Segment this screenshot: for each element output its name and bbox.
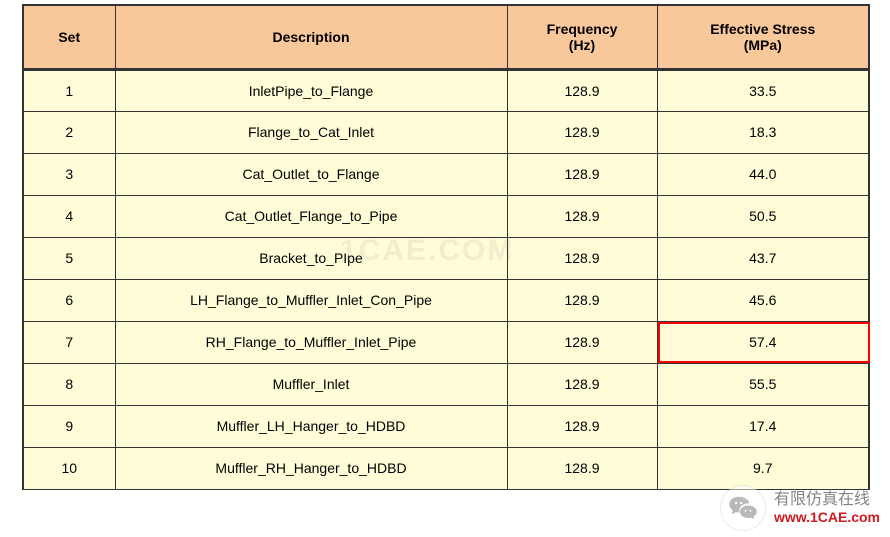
header-freq-label: Frequency — [547, 21, 618, 37]
cell-set: 7 — [23, 321, 115, 363]
table-header-row: Set Description Frequency (Hz) Effective… — [23, 5, 869, 69]
cell-set: 8 — [23, 363, 115, 405]
cell-stress: 17.4 — [657, 405, 869, 447]
cell-description: Cat_Outlet_Flange_to_Pipe — [115, 195, 507, 237]
cell-set: 1 — [23, 69, 115, 111]
table-row: 4Cat_Outlet_Flange_to_Pipe128.950.5 — [23, 195, 869, 237]
header-stress: Effective Stress (MPa) — [657, 5, 869, 69]
cell-set: 2 — [23, 111, 115, 153]
header-set: Set — [23, 5, 115, 69]
highlight-box — [658, 322, 871, 363]
cell-stress: 33.5 — [657, 69, 869, 111]
cell-description: Muffler_LH_Hanger_to_HDBD — [115, 405, 507, 447]
cell-stress: 55.5 — [657, 363, 869, 405]
header-frequency: Frequency (Hz) — [507, 5, 657, 69]
footer-text: 有限仿真在线 www.1CAE.com — [774, 490, 880, 526]
header-stress-unit: (MPa) — [744, 37, 782, 53]
data-table-container: Set Description Frequency (Hz) Effective… — [0, 0, 890, 494]
cell-frequency: 128.9 — [507, 321, 657, 363]
header-stress-label: Effective Stress — [710, 21, 815, 37]
cell-frequency: 128.9 — [507, 237, 657, 279]
cell-frequency: 128.9 — [507, 111, 657, 153]
cell-description: Cat_Outlet_to_Flange — [115, 153, 507, 195]
table-row: 3Cat_Outlet_to_Flange128.944.0 — [23, 153, 869, 195]
cell-frequency: 128.9 — [507, 69, 657, 111]
table-row: 1InletPipe_to_Flange128.933.5 — [23, 69, 869, 111]
table-body: 1InletPipe_to_Flange128.933.52Flange_to_… — [23, 69, 869, 489]
header-freq-unit: (Hz) — [569, 37, 595, 53]
cell-frequency: 128.9 — [507, 405, 657, 447]
table-row: 5Bracket_to_PIpe128.943.7 — [23, 237, 869, 279]
cell-description: Muffler_RH_Hanger_to_HDBD — [115, 447, 507, 489]
cell-frequency: 128.9 — [507, 195, 657, 237]
cell-frequency: 128.9 — [507, 363, 657, 405]
cell-description: LH_Flange_to_Muffler_Inlet_Con_Pipe — [115, 279, 507, 321]
table-row: 8Muffler_Inlet128.955.5 — [23, 363, 869, 405]
table-row: 7RH_Flange_to_Muffler_Inlet_Pipe128.957.… — [23, 321, 869, 363]
cell-description: Bracket_to_PIpe — [115, 237, 507, 279]
cell-set: 9 — [23, 405, 115, 447]
cell-description: InletPipe_to_Flange — [115, 69, 507, 111]
cell-stress: 43.7 — [657, 237, 869, 279]
footer-cn-label: 有限仿真在线 — [774, 490, 870, 509]
cell-stress: 50.5 — [657, 195, 869, 237]
cell-set: 10 — [23, 447, 115, 489]
stress-results-table: Set Description Frequency (Hz) Effective… — [22, 4, 870, 490]
cell-stress: 45.6 — [657, 279, 869, 321]
cell-frequency: 128.9 — [507, 153, 657, 195]
cell-description: RH_Flange_to_Muffler_Inlet_Pipe — [115, 321, 507, 363]
header-description: Description — [115, 5, 507, 69]
cell-set: 5 — [23, 237, 115, 279]
cell-description: Muffler_Inlet — [115, 363, 507, 405]
wechat-icon — [720, 485, 766, 531]
table-row: 2Flange_to_Cat_Inlet128.918.3 — [23, 111, 869, 153]
cell-set: 4 — [23, 195, 115, 237]
cell-stress: 44.0 — [657, 153, 869, 195]
cell-description: Flange_to_Cat_Inlet — [115, 111, 507, 153]
cell-set: 3 — [23, 153, 115, 195]
cell-frequency: 128.9 — [507, 447, 657, 489]
cell-set: 6 — [23, 279, 115, 321]
table-row: 6LH_Flange_to_Muffler_Inlet_Con_Pipe128.… — [23, 279, 869, 321]
cell-stress: 18.3 — [657, 111, 869, 153]
footer-url-label: www.1CAE.com — [774, 509, 880, 526]
table-row: 9Muffler_LH_Hanger_to_HDBD128.917.4 — [23, 405, 869, 447]
cell-stress: 57.4 — [657, 321, 869, 363]
footer-overlay: 有限仿真在线 www.1CAE.com — [710, 479, 890, 537]
cell-frequency: 128.9 — [507, 279, 657, 321]
